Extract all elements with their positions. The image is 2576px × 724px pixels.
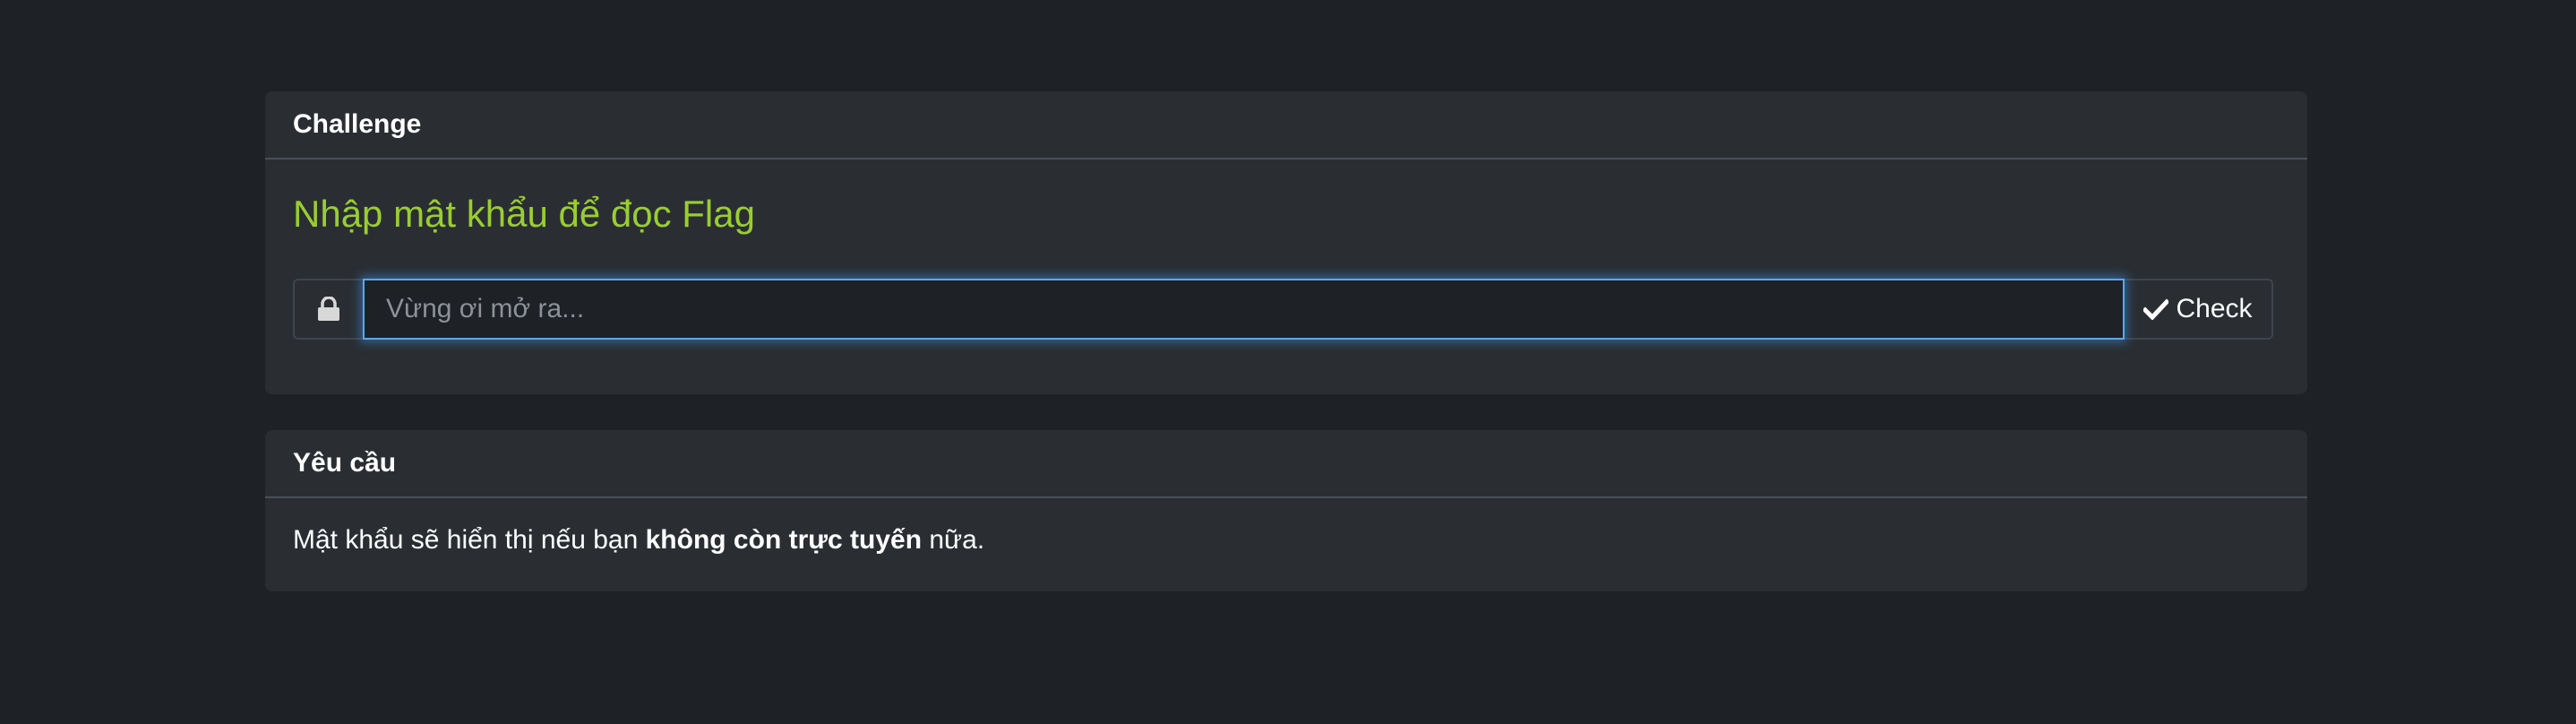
requirements-text-after: nữa. <box>922 525 985 555</box>
check-button[interactable]: Check <box>2125 279 2273 340</box>
requirements-header-title: Yêu cầu <box>293 448 397 478</box>
challenge-title: Nhập mật khẩu để đọc Flag <box>293 193 755 235</box>
challenge-card-header: Challenge <box>265 91 2307 159</box>
requirements-card: Yêu cầu Mật khẩu sẽ hiển thị nếu bạn khô… <box>265 430 2307 591</box>
requirements-card-header: Yêu cầu <box>265 430 2307 498</box>
password-input-group: Check <box>293 279 2273 340</box>
requirements-text: Mật khẩu sẽ hiển thị nếu bạn không còn t… <box>293 527 984 554</box>
requirements-text-bold: không còn trực tuyến <box>645 525 923 555</box>
check-button-label: Check <box>2176 294 2253 323</box>
challenge-card: Challenge Nhập mật khẩu để đọc Flag Chec… <box>265 91 2307 394</box>
password-input[interactable] <box>363 279 2125 340</box>
lock-addon <box>293 279 363 340</box>
checkmark-icon <box>2143 298 2169 320</box>
requirements-text-before: Mật khẩu sẽ hiển thị nếu bạn <box>293 525 646 555</box>
challenge-header-title: Challenge <box>293 109 422 139</box>
lock-icon <box>318 297 339 321</box>
